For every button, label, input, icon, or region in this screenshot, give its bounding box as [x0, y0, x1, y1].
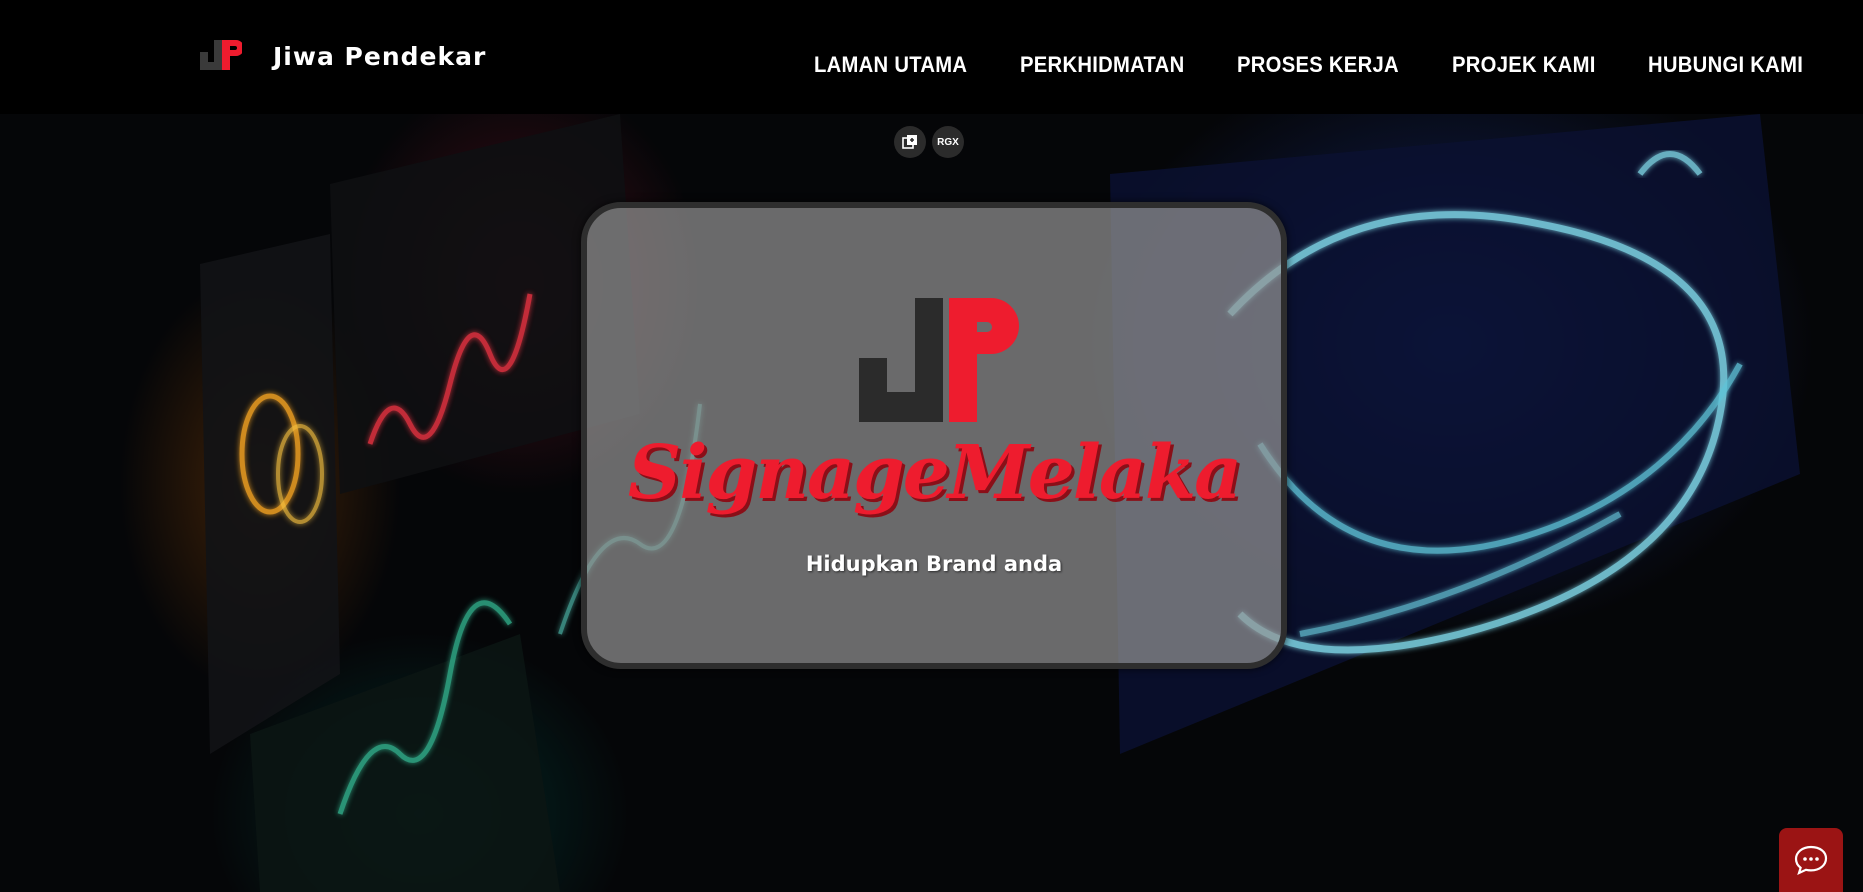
rgx-button[interactable]: RGX [932, 126, 964, 158]
nav-item-laman-utama[interactable]: LAMAN UTAMA [814, 52, 967, 78]
chat-button[interactable] [1779, 828, 1843, 892]
hero-title: SignageMelaka [627, 430, 1242, 516]
image-tool-icons: RGX [894, 126, 964, 158]
main-nav: LAMAN UTAMA PERKHIDMATAN PROSES KERJA PR… [814, 52, 1816, 78]
brand-name[interactable]: Jiwa Pendekar [273, 42, 486, 71]
jp-logo-icon[interactable] [196, 36, 242, 74]
nav-item-perkhidmatan[interactable]: PERKHIDMATAN [1020, 52, 1184, 78]
copy-icon[interactable] [894, 126, 926, 158]
jp-logo-icon [859, 298, 1019, 422]
site-header: Jiwa Pendekar LAMAN UTAMA PERKHIDMATAN P… [0, 0, 1863, 114]
nav-item-projek-kami[interactable]: PROJEK KAMI [1452, 52, 1596, 78]
chat-bubble-icon [1794, 845, 1828, 875]
hero-subtitle: Hidupkan Brand anda [805, 552, 1063, 576]
nav-item-proses-kerja[interactable]: PROSES KERJA [1237, 52, 1399, 78]
hero-card: SignageMelaka Hidupkan Brand anda [581, 202, 1287, 669]
nav-item-hubungi-kami[interactable]: HUBUNGI KAMI [1648, 52, 1803, 78]
page: Jiwa Pendekar LAMAN UTAMA PERKHIDMATAN P… [0, 0, 1863, 892]
